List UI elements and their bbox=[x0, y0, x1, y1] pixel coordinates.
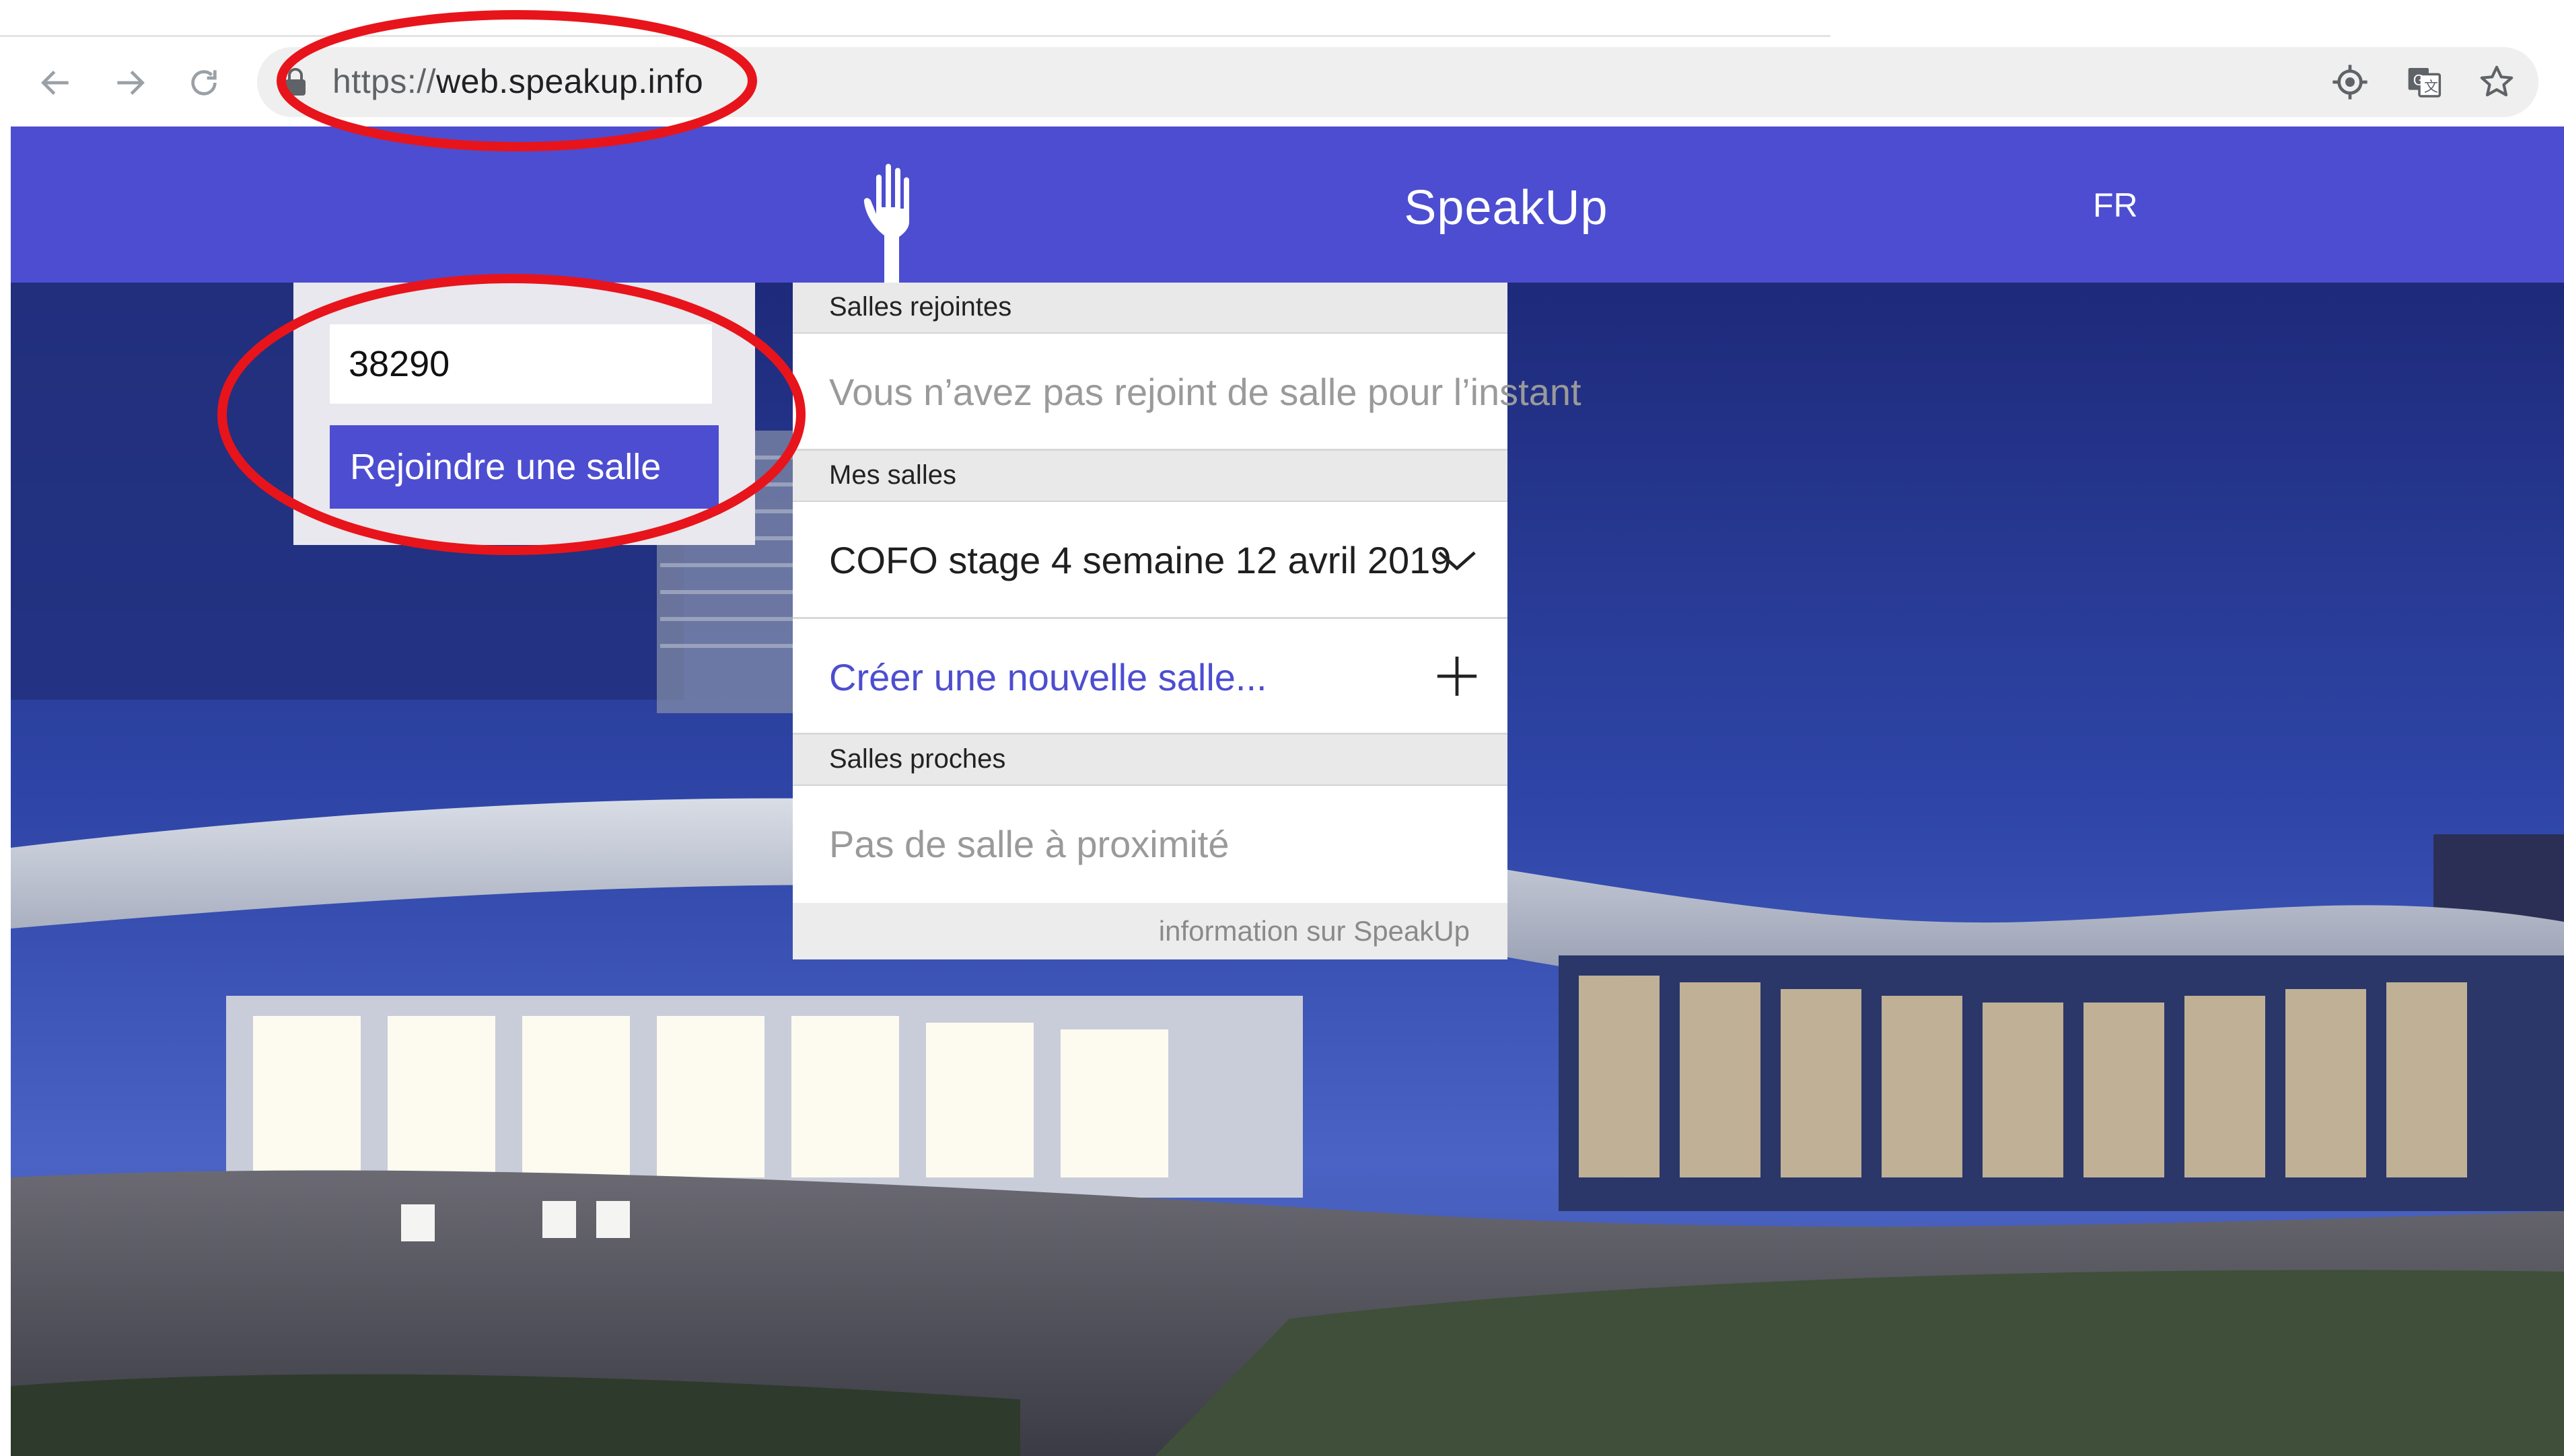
svg-text:文: 文 bbox=[2424, 79, 2438, 95]
browser-toolbar: https://web.speakup.info G文 bbox=[0, 0, 2564, 126]
chevron-down-icon[interactable] bbox=[1433, 537, 1481, 584]
rooms-panel: Salles rejointes Vous n’avez pas rejoint… bbox=[793, 283, 1581, 959]
joined-rooms-empty-text: Vous n’avez pas rejoint de salle pour l’… bbox=[829, 371, 1581, 413]
about-speakup-link[interactable]: information sur SpeakUp bbox=[1159, 915, 1470, 947]
join-room-box: Rejoindre une salle bbox=[293, 283, 755, 545]
join-room-button[interactable]: Rejoindre une salle bbox=[330, 425, 719, 509]
nearby-rooms-empty-text: Pas de salle à proximité bbox=[829, 823, 1230, 865]
location-target-icon[interactable] bbox=[2330, 62, 2370, 102]
plus-icon[interactable] bbox=[1433, 653, 1481, 700]
language-selector[interactable]: FR bbox=[2093, 186, 2138, 225]
panel-footer: information sur SpeakUp bbox=[793, 903, 1507, 959]
app-title-wrap: SpeakUp bbox=[11, 180, 2564, 235]
reload-icon[interactable] bbox=[180, 59, 227, 106]
translate-icon[interactable]: G文 bbox=[2404, 62, 2444, 102]
nearby-rooms-empty-row: Pas de salle à proximité bbox=[793, 786, 1507, 903]
section-header-joined: Salles rejointes bbox=[793, 283, 1507, 334]
room-name[interactable]: COFO stage 4 semaine 12 avril 2019 bbox=[829, 538, 1451, 582]
room-list-item[interactable]: COFO stage 4 semaine 12 avril 2019 bbox=[793, 502, 1507, 619]
joined-rooms-empty-row: Vous n’avez pas rejoint de salle pour l’… bbox=[793, 334, 1581, 451]
app-header: SpeakUp FR bbox=[11, 126, 2564, 283]
section-header-mine: Mes salles bbox=[793, 451, 1507, 502]
address-bar[interactable]: https://web.speakup.info G文 bbox=[257, 47, 2538, 117]
bookmark-star-icon[interactable] bbox=[2477, 62, 2517, 102]
url-scheme: https:// bbox=[332, 63, 437, 100]
create-room-link[interactable]: Créer une nouvelle salle... bbox=[829, 655, 1267, 699]
section-header-nearby: Salles proches bbox=[793, 735, 1507, 786]
back-arrow-icon[interactable] bbox=[32, 59, 79, 106]
tab-strip-divider bbox=[0, 35, 1830, 37]
url-host: web.speakup.info bbox=[436, 63, 704, 100]
address-url[interactable]: https://web.speakup.info bbox=[332, 62, 703, 101]
raised-hand-icon[interactable] bbox=[861, 160, 922, 283]
svg-text:G: G bbox=[2413, 73, 2424, 89]
room-number-input[interactable] bbox=[330, 324, 712, 404]
create-room-row[interactable]: Créer une nouvelle salle... bbox=[793, 619, 1507, 735]
app-title: SpeakUp bbox=[1404, 181, 1608, 235]
lock-icon[interactable] bbox=[284, 67, 307, 97]
forward-arrow-icon[interactable] bbox=[106, 59, 153, 106]
